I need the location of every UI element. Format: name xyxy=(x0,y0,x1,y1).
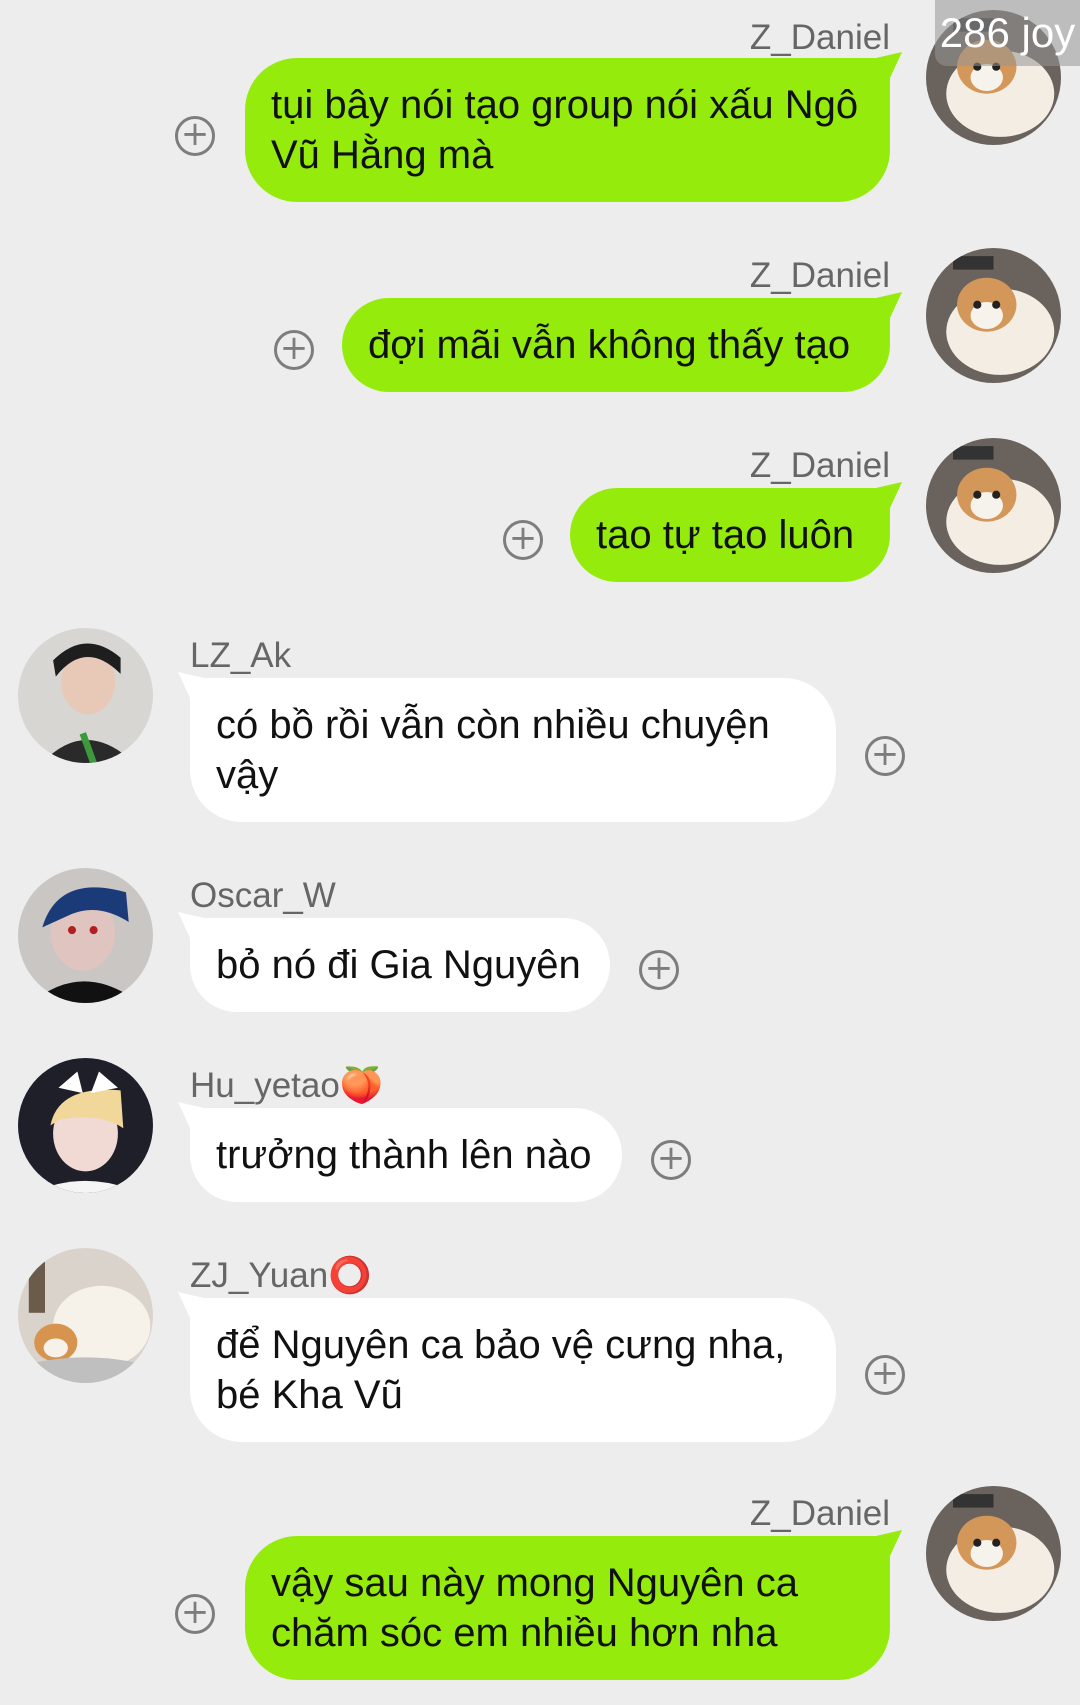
message-text: tụi bây nói tạo group nói xấu Ngô Vũ Hằn… xyxy=(271,83,859,177)
sender-name: Z_Daniel xyxy=(749,1494,890,1533)
message-text: đợi mãi vẫn không thấy tạo xyxy=(368,323,851,367)
plus-circle-icon[interactable]: + xyxy=(175,1594,215,1634)
sender-name: Z_Daniel xyxy=(749,18,890,57)
sender-name: Oscar_W xyxy=(190,876,336,915)
plus-circle-icon[interactable]: + xyxy=(175,116,215,156)
chat-window: 286 joy Z_Daniel tụi bây nói tạo group n… xyxy=(0,0,1080,1705)
plus-circle-icon[interactable]: + xyxy=(639,950,679,990)
message-bubble[interactable]: có bồ rồi vẫn còn nhiều chuyện vậy xyxy=(178,672,836,822)
message-text: có bồ rồi vẫn còn nhiều chuyện vậy xyxy=(216,703,770,797)
message-bubble[interactable]: tao tự tạo luôn xyxy=(570,482,902,582)
plus-circle-icon[interactable]: + xyxy=(651,1140,691,1180)
plus-circle-icon[interactable]: + xyxy=(274,330,314,370)
message-bubble[interactable]: vậy sau này mong Nguyên ca chăm sóc em n… xyxy=(245,1530,902,1680)
sender-name: Z_Daniel xyxy=(749,446,890,485)
message-bubble[interactable]: bỏ nó đi Gia Nguyên xyxy=(178,912,610,1012)
person-avatar[interactable] xyxy=(18,868,153,1003)
sender-name: LZ_Ak xyxy=(190,636,292,675)
cat-avatar[interactable] xyxy=(18,1248,153,1383)
plus-circle-icon[interactable]: + xyxy=(865,1355,905,1395)
counter-badge: 286 joy xyxy=(935,0,1080,66)
message-text: bỏ nó đi Gia Nguyên xyxy=(216,943,581,987)
person-avatar[interactable] xyxy=(18,628,153,763)
cat-avatar[interactable] xyxy=(926,438,1061,573)
sender-name: Hu_yetao🍑 xyxy=(190,1066,384,1105)
person-avatar[interactable] xyxy=(18,1058,153,1193)
sender-name: Z_Daniel xyxy=(749,256,890,295)
message-text: để Nguyên ca bảo vệ cưng nha, bé Kha Vũ xyxy=(216,1323,786,1417)
cat-avatar[interactable] xyxy=(926,1486,1061,1621)
message-bubble[interactable]: để Nguyên ca bảo vệ cưng nha, bé Kha Vũ xyxy=(178,1292,836,1442)
message-bubble[interactable]: trưởng thành lên nào xyxy=(178,1102,622,1202)
sender-name: ZJ_Yuan⭕ xyxy=(190,1256,372,1295)
message-text: tao tự tạo luôn xyxy=(596,513,855,557)
cat-avatar[interactable] xyxy=(926,248,1061,383)
plus-circle-icon[interactable]: + xyxy=(503,520,543,560)
plus-circle-icon[interactable]: + xyxy=(865,736,905,776)
message-bubble[interactable]: tụi bây nói tạo group nói xấu Ngô Vũ Hằn… xyxy=(245,52,902,202)
message-bubble[interactable]: đợi mãi vẫn không thấy tạo xyxy=(342,292,902,392)
message-text: vậy sau này mong Nguyên ca chăm sóc em n… xyxy=(271,1561,798,1655)
message-text: trưởng thành lên nào xyxy=(216,1133,592,1177)
